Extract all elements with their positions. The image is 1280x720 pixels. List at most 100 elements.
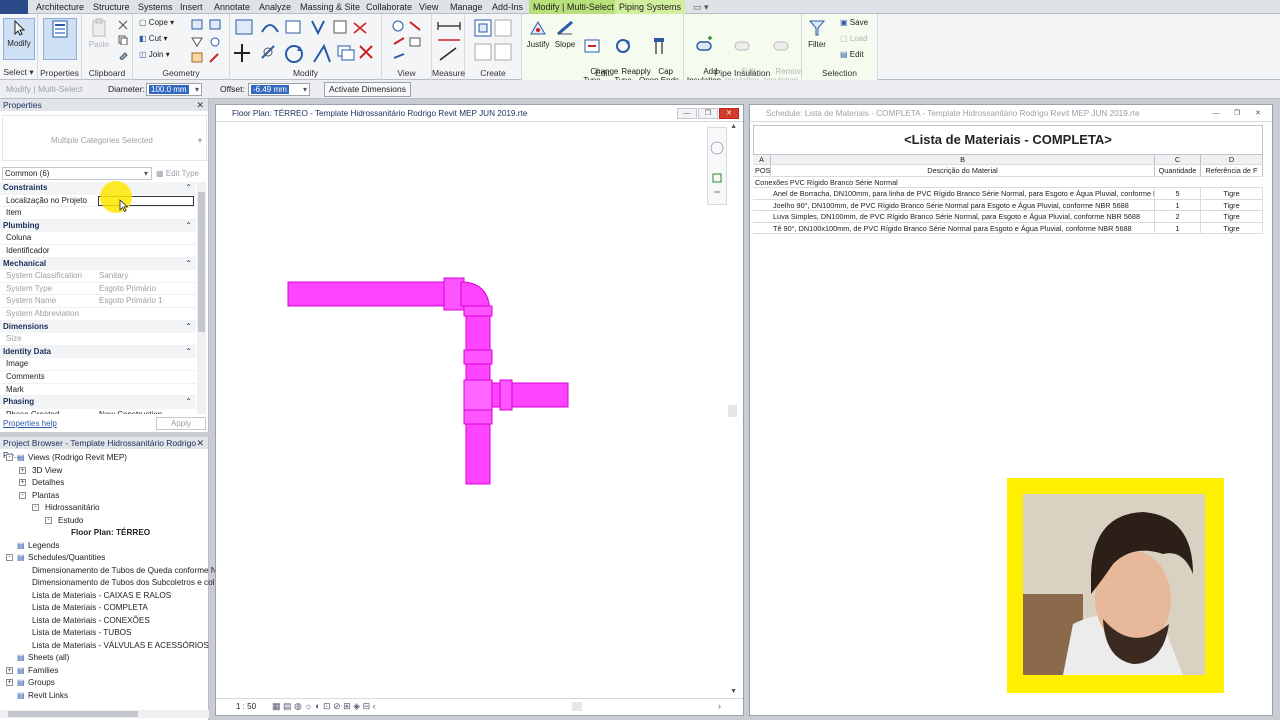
schedule-cell-desc[interactable]: Anel de Borracha, DN100mm, para linha de… [753, 188, 1155, 199]
browser-node[interactable]: Estudo [58, 515, 84, 526]
browser-horizontal-scrollbar[interactable] [0, 710, 209, 718]
schedule-cell-qty[interactable]: 2 [1155, 211, 1201, 222]
schedule-row[interactable]: Anel de Borracha, DN100mm, para linha de… [753, 188, 1263, 200]
view-tools-icons[interactable] [390, 18, 424, 64]
expand-toggle-icon[interactable]: + [6, 666, 13, 674]
view-control-icons[interactable]: ▦ ▤ ◍ ☼ ◐ ⊡ ⊘ ⊞ ◈ ⊟ ‹ [272, 701, 376, 712]
properties-scrollbar[interactable] [197, 182, 206, 414]
browser-node[interactable]: Lista de Materiais - COMPLETA [32, 602, 148, 613]
tab-annotate[interactable]: Annotate [214, 0, 250, 14]
expand-toggle-icon[interactable]: + [19, 466, 26, 474]
justify-button[interactable]: Justify [524, 18, 552, 49]
create-group-icons[interactable] [471, 18, 515, 64]
property-category-constraints[interactable]: Constraints ⌃ [0, 182, 196, 195]
schedule-cell-ref[interactable]: Tigre [1201, 211, 1263, 222]
tab-massing-site[interactable]: Massing & Site [300, 0, 360, 14]
ribbon-options-icon[interactable]: ▭ ▾ [693, 0, 709, 14]
navigation-bar[interactable] [707, 127, 727, 205]
match-properties-icon[interactable] [118, 50, 128, 60]
collapse-icon[interactable]: ⌃ [185, 321, 192, 334]
schedule-row[interactable]: Luva Simples, DN100mm, de PVC Rígido Bra… [753, 211, 1263, 223]
schedule-row[interactable]: Joelho 90°, DN100mm, de PVC Rígido Branc… [753, 199, 1263, 211]
property-value[interactable]: Sanitary [99, 270, 128, 283]
schedule-cell-desc[interactable]: Luva Simples, DN100mm, de PVC Rígido Bra… [753, 211, 1155, 222]
collapse-icon[interactable]: ⌃ [185, 396, 192, 409]
collapse-toggle-icon[interactable]: - [6, 554, 13, 561]
paste-button[interactable]: Paste [86, 18, 112, 49]
property-row[interactable]: System Abbreviation [0, 308, 196, 321]
schedule-cell-ref[interactable]: Tigre [1201, 188, 1263, 199]
schedule-cell-ref[interactable]: Tigre [1201, 199, 1263, 211]
schedule-row[interactable]: Tê 90°, DN100x100mm, de PVC Rígido Branc… [753, 222, 1263, 234]
browser-node[interactable]: Dimensionamento de Tubos de Queda confor… [32, 565, 217, 576]
browser-node[interactable]: Revit Links [28, 690, 68, 701]
schedule-cell-qty[interactable]: 1 [1155, 199, 1201, 211]
save-selection-button[interactable]: ▣ Save [840, 18, 868, 28]
property-row[interactable]: Identificador [0, 245, 196, 258]
expand-toggle-icon[interactable]: + [6, 679, 13, 686]
property-value[interactable]: New Construction [99, 409, 162, 414]
property-row[interactable]: System Type Esgoto Primário [0, 283, 196, 296]
apply-button[interactable]: Apply [156, 417, 206, 430]
cut-geometry-button[interactable]: ◧ Cut ▾ [139, 34, 168, 44]
close-icon[interactable]: ✕ [1248, 108, 1268, 119]
browser-node[interactable]: Dimensionamento de Tubos dos Subcoletros… [32, 577, 215, 588]
column-letter[interactable]: C [1155, 155, 1201, 164]
offset-field[interactable]: -6.49 mm ▾ [248, 83, 310, 96]
property-category-identity-data[interactable]: Identity Data ⌃ [0, 345, 196, 359]
column-header[interactable]: POS. [753, 165, 771, 176]
browser-node[interactable]: Schedules/Quantities [28, 552, 105, 563]
properties-button[interactable] [43, 18, 77, 60]
tab-view[interactable]: View [419, 0, 438, 14]
tab-manage[interactable]: Manage [450, 0, 483, 14]
scroll-up-icon[interactable]: ▲ [730, 123, 737, 130]
type-selector[interactable]: Multiple Categories Selected ▾ [2, 115, 207, 161]
property-row[interactable]: Comments [0, 371, 196, 384]
vertical-scroll-thumb[interactable] [728, 405, 737, 417]
restore-icon[interactable]: ❐ [1227, 108, 1247, 119]
schedule-cell-desc[interactable]: Joelho 90°, DN100mm, de PVC Rígido Branc… [753, 199, 1155, 211]
collapse-toggle-icon[interactable]: - [19, 491, 26, 499]
pipe-segments[interactable] [287, 277, 569, 485]
scroll-right-icon[interactable]: › [718, 701, 721, 711]
schedule-cell-qty[interactable]: 5 [1155, 188, 1201, 199]
browser-node[interactable]: Hidrossanitário [45, 502, 100, 513]
schedule-group-header[interactable]: Conexões PVC Rígido Branco Série Normal [753, 176, 1263, 188]
join-button[interactable]: ◫ Join ▾ [139, 50, 170, 60]
browser-node[interactable]: Families [28, 665, 58, 676]
column-letter[interactable]: A [753, 155, 771, 164]
browser-node[interactable]: Lista de Materiais - TUBOS [32, 627, 132, 638]
column-header[interactable]: Referência de F [1201, 165, 1263, 176]
collapse-toggle-icon[interactable]: - [6, 454, 13, 461]
column-header[interactable]: Descrição do Material [771, 165, 1155, 176]
minimize-icon[interactable]: — [677, 108, 697, 119]
activate-dimensions-button[interactable]: Activate Dimensions [324, 82, 412, 97]
close-icon[interactable]: ✕ [196, 437, 204, 449]
close-icon[interactable]: ✕ [719, 108, 739, 119]
browser-node[interactable]: Floor Plan: TÉRREO [71, 527, 150, 538]
schedule-cell-ref[interactable]: Tigre [1201, 222, 1263, 234]
minimize-icon[interactable]: — [1206, 108, 1226, 119]
browser-node[interactable]: Legends [28, 540, 59, 551]
tab-analyze[interactable]: Analyze [259, 0, 291, 14]
tab-architecture[interactable]: Architecture [36, 0, 84, 14]
horizontal-scroll-thumb[interactable] [572, 702, 582, 711]
filter-button[interactable]: Filter [804, 18, 830, 49]
collapse-icon[interactable]: ⌃ [185, 182, 192, 195]
copy-icon[interactable] [118, 35, 128, 45]
property-row[interactable]: Localização no Projeto [0, 195, 196, 208]
property-category-phasing[interactable]: Phasing ⌃ [0, 396, 196, 409]
tab-structure[interactable]: Structure [93, 0, 130, 14]
tab-add-ins[interactable]: Add-Ins [492, 0, 523, 14]
property-row[interactable]: Size [0, 333, 196, 346]
category-filter-dropdown[interactable]: Common (6) ▾ [2, 167, 152, 180]
select-group-label[interactable]: Select ▾ [0, 67, 37, 78]
collapse-icon[interactable]: ⌃ [185, 346, 192, 359]
column-letter[interactable]: B [771, 155, 1155, 164]
cut-scissors-icon[interactable] [118, 20, 128, 30]
schedule-cell-desc[interactable]: Tê 90°, DN100x100mm, de PVC Rígido Branc… [753, 222, 1155, 234]
collapse-toggle-icon[interactable]: - [45, 516, 52, 524]
browser-node[interactable]: Plantas [32, 490, 59, 501]
close-icon[interactable]: ✕ [196, 99, 204, 111]
pipe-network-drawing[interactable] [276, 270, 576, 490]
